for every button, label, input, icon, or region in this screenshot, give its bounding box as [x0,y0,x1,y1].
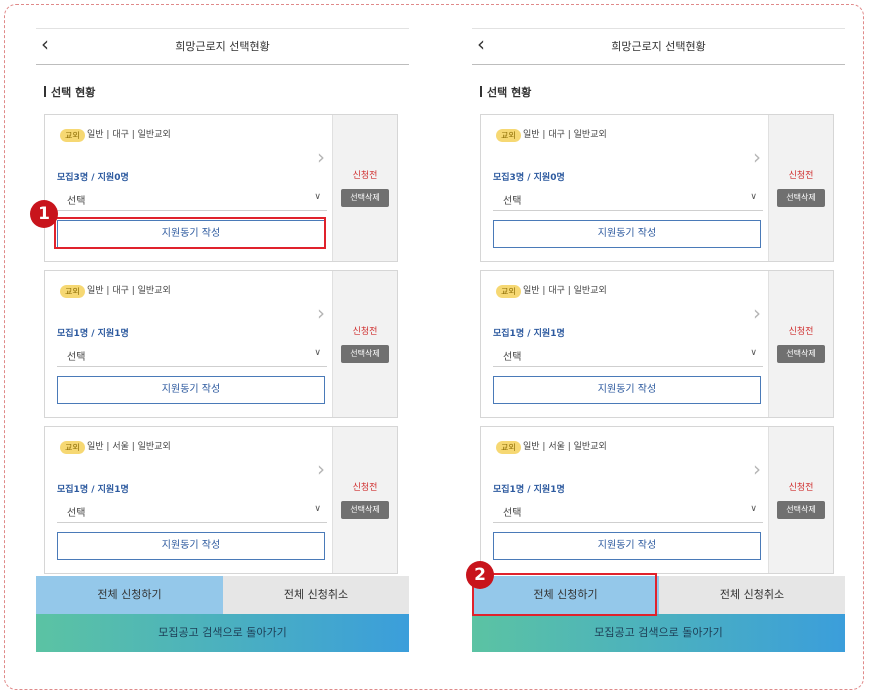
section-bar-icon [44,86,46,97]
chevron-down-icon: ∨ [750,348,757,358]
chevron-right-icon[interactable]: › [753,301,761,325]
status-label: 신청전 [788,483,814,493]
write-motivation-button[interactable]: 지원동기 작성 [493,220,761,248]
select-dropdown[interactable]: 선택 ∨ [493,346,763,367]
section-title-text: 선택 현황 [51,86,96,99]
cancel-all-button[interactable]: 전체 신청취소 [223,576,409,614]
job-card: 교외 일반 | 대구 | 일반교외 › 모집1명 / 지원1명 선택 ∨ 지원동기… [480,270,834,418]
highlight-box [472,573,657,616]
select-value: 선택 [67,352,86,363]
delete-selection-button[interactable]: 선택삭제 [341,189,389,207]
job-card: 교외 일반 | 대구 | 일반교외 › 모집1명 / 지원1명 선택 ∨ 지원동기… [44,270,398,418]
step-number-badge: 1 [30,200,58,228]
chevron-down-icon: ∨ [314,348,321,358]
select-dropdown[interactable]: 선택 ∨ [493,502,763,523]
job-card-main[interactable]: 교외 일반 | 서울 | 일반교외 › 모집1명 / 지원1명 선택 ∨ 지원동기… [481,427,769,573]
write-motivation-button[interactable]: 지원동기 작성 [493,532,761,560]
category-text: 일반 | 서울 | 일반교외 [523,442,607,452]
select-dropdown[interactable]: 선택 ∨ [57,502,327,523]
category-badge: 교외 [496,441,521,454]
select-dropdown[interactable]: 선택 ∨ [493,190,763,211]
write-motivation-button[interactable]: 지원동기 작성 [493,376,761,404]
back-to-search-button[interactable]: 모집공고 검색으로 돌아가기 [36,614,409,652]
category-badge: 교외 [60,441,85,454]
category-badge: 교외 [60,285,85,298]
page-title: 희망근로지 선택현황 [175,40,270,53]
category-text: 일반 | 대구 | 일반교외 [87,286,171,296]
delete-selection-button[interactable]: 선택삭제 [777,189,825,207]
category-badge: 교외 [60,129,85,142]
app-header: ‹ 희망근로지 선택현황 [472,28,845,65]
back-to-search-button[interactable]: 모집공고 검색으로 돌아가기 [472,614,845,652]
recruit-count: 모집1명 / 지원1명 [57,485,129,495]
chevron-down-icon: ∨ [750,192,757,202]
section-title-text: 선택 현황 [487,86,532,99]
job-card: 교외 일반 | 서울 | 일반교외 › 모집1명 / 지원1명 선택 ∨ 지원동기… [44,426,398,574]
job-card-side: 신청전 선택삭제 [768,271,833,417]
select-value: 선택 [503,352,522,363]
select-value: 선택 [67,196,86,207]
app-header: ‹ 희망근로지 선택현황 [36,28,409,65]
bottom-action-row: 전체 신청하기 전체 신청취소 [36,576,409,614]
select-value: 선택 [67,508,86,519]
status-label: 신청전 [352,483,378,493]
delete-selection-button[interactable]: 선택삭제 [341,345,389,363]
delete-selection-button[interactable]: 선택삭제 [341,501,389,519]
cancel-all-button[interactable]: 전체 신청취소 [659,576,845,614]
step-number-badge: 2 [466,561,494,589]
category-text: 일반 | 대구 | 일반교외 [523,286,607,296]
chevron-down-icon: ∨ [314,504,321,514]
section-bar-icon [480,86,482,97]
delete-selection-button[interactable]: 선택삭제 [777,501,825,519]
category-badge: 교외 [496,129,521,142]
recruit-count: 모집1명 / 지원1명 [57,329,129,339]
job-card-side: 신청전 선택삭제 [332,115,397,261]
status-label: 신청전 [352,171,378,181]
job-card: 교외 일반 | 대구 | 일반교외 › 모집3명 / 지원0명 선택 ∨ 지원동기… [480,114,834,262]
delete-selection-button[interactable]: 선택삭제 [777,345,825,363]
category-text: 일반 | 대구 | 일반교외 [523,130,607,140]
job-card-main[interactable]: 교외 일반 | 대구 | 일반교외 › 모집1명 / 지원1명 선택 ∨ 지원동기… [45,271,333,417]
chevron-right-icon[interactable]: › [317,301,325,325]
recruit-count: 모집1명 / 지원1명 [493,485,565,495]
chevron-right-icon[interactable]: › [753,457,761,481]
chevron-down-icon: ∨ [314,192,321,202]
chevron-right-icon[interactable]: › [753,145,761,169]
select-value: 선택 [503,508,522,519]
select-dropdown[interactable]: 선택 ∨ [57,346,327,367]
job-card: 교외 일반 | 서울 | 일반교외 › 모집1명 / 지원1명 선택 ∨ 지원동기… [480,426,834,574]
page-title: 희망근로지 선택현황 [611,40,706,53]
job-card-side: 신청전 선택삭제 [332,271,397,417]
chevron-down-icon: ∨ [750,504,757,514]
job-card-side: 신청전 선택삭제 [768,115,833,261]
recruit-count: 모집1명 / 지원1명 [493,329,565,339]
chevron-right-icon[interactable]: › [317,457,325,481]
select-dropdown[interactable]: 선택 ∨ [57,190,327,211]
category-text: 일반 | 서울 | 일반교외 [87,442,171,452]
recruit-count: 모집3명 / 지원0명 [493,173,565,183]
job-card-side: 신청전 선택삭제 [332,427,397,573]
job-card-main[interactable]: 교외 일반 | 대구 | 일반교외 › 모집1명 / 지원1명 선택 ∨ 지원동기… [481,271,769,417]
highlight-box [54,217,326,249]
status-label: 신청전 [352,327,378,337]
recruit-count: 모집3명 / 지원0명 [57,173,129,183]
job-card-main[interactable]: 교외 일반 | 서울 | 일반교외 › 모집1명 / 지원1명 선택 ∨ 지원동기… [45,427,333,573]
apply-all-button[interactable]: 전체 신청하기 [36,576,223,614]
job-card-side: 신청전 선택삭제 [768,427,833,573]
screen-1: ‹ 희망근로지 선택현황 선택 현황 교외 일반 | 대구 | 일반교외 › 모… [30,28,409,653]
write-motivation-button[interactable]: 지원동기 작성 [57,376,325,404]
write-motivation-button[interactable]: 지원동기 작성 [57,532,325,560]
job-card-main[interactable]: 교외 일반 | 대구 | 일반교외 › 모집3명 / 지원0명 선택 ∨ 지원동기… [481,115,769,261]
chevron-right-icon[interactable]: › [317,145,325,169]
status-label: 신청전 [788,327,814,337]
select-value: 선택 [503,196,522,207]
screen-2: ‹ 희망근로지 선택현황 선택 현황 교외 일반 | 대구 | 일반교외 › 모… [466,28,845,653]
section-title: 선택 현황 [44,84,95,100]
section-title: 선택 현황 [480,84,531,100]
category-text: 일반 | 대구 | 일반교외 [87,130,171,140]
category-badge: 교외 [496,285,521,298]
status-label: 신청전 [788,171,814,181]
